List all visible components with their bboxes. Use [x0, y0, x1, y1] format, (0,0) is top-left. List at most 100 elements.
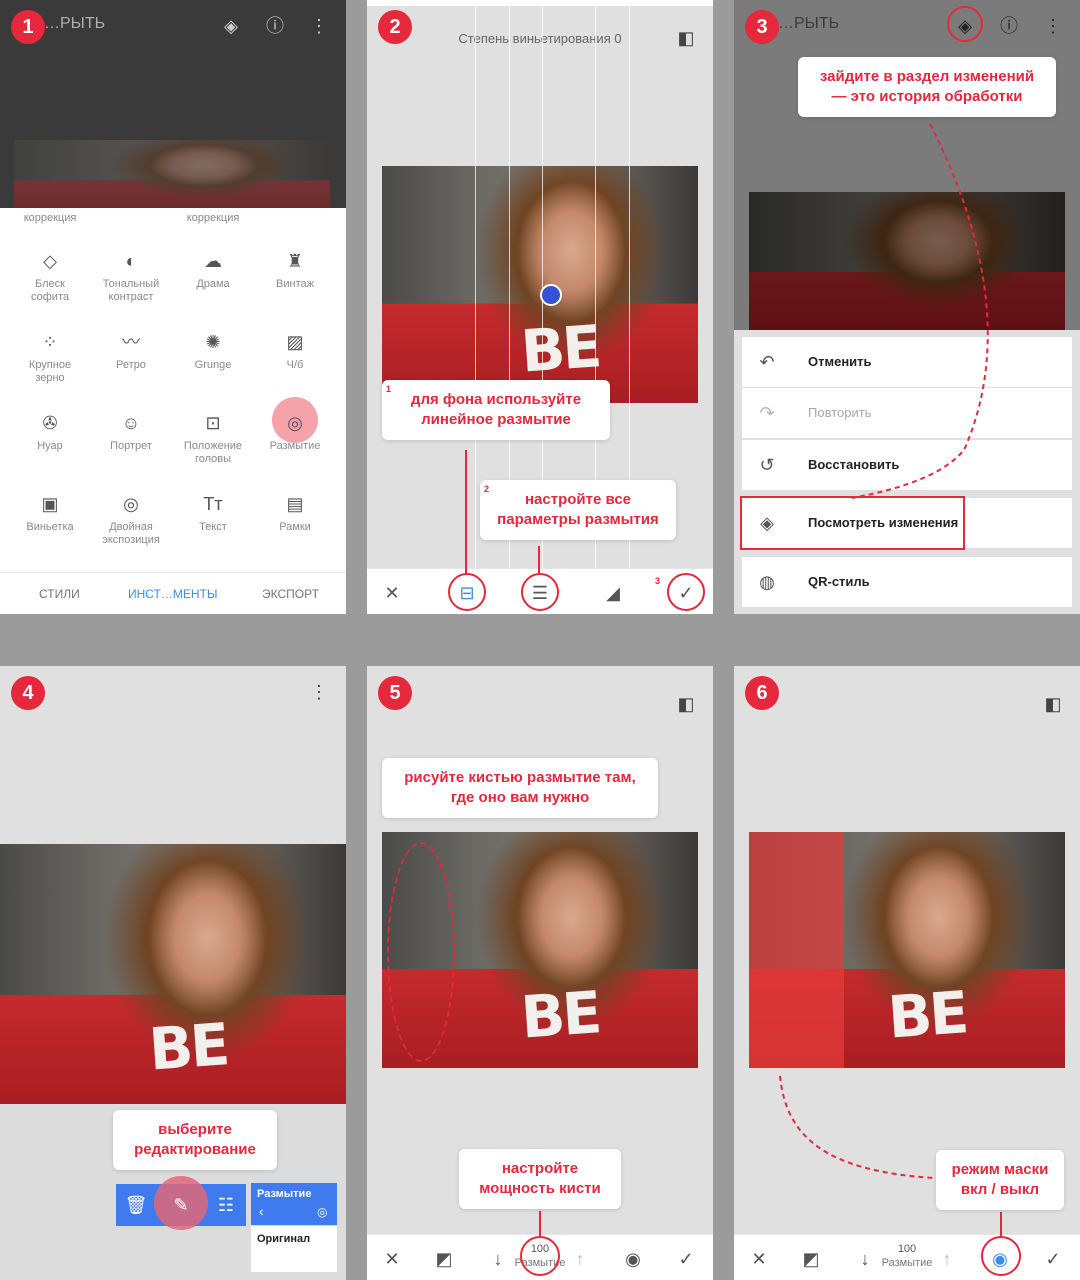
tool-label: Ретро — [116, 359, 146, 371]
tab-export[interactable]: ЭКСПОРТ — [262, 587, 319, 601]
tool-vignette[interactable]: ▣ Виньетка — [9, 493, 91, 534]
tool-label: Блеск софита — [31, 278, 69, 303]
tool-label: Двойная экспозиция — [102, 521, 160, 546]
increase-arrow-icon[interactable]: ↑ — [568, 1247, 592, 1271]
close-icon[interactable]: ✕ — [380, 581, 404, 605]
tonal-contrast-icon: ◐ — [125, 251, 137, 271]
tool-label: Grunge — [194, 359, 232, 371]
frame-icon: ▤ — [286, 494, 304, 514]
panel-step-3: …РЫТЬ ◈ ⓘ ⋮ зайдите в раздел изменений —… — [734, 0, 1080, 614]
lamp-vintage-icon: ♜ — [286, 251, 304, 271]
tool-label: Положение головы — [183, 440, 243, 465]
partial-tool-label: коррекция — [186, 212, 240, 224]
blur-layer-label: Размытие — [257, 1188, 312, 1200]
callout-mask-mode: режим маски вкл / выкл — [936, 1150, 1064, 1210]
tool-label: Винтаж — [276, 278, 314, 290]
tool-text[interactable]: Tт Текст — [172, 493, 254, 534]
step-badge: 6 — [745, 676, 779, 710]
tab-styles[interactable]: СТИЛИ — [39, 587, 80, 601]
adjust-sliders-icon[interactable]: ☷ — [214, 1193, 238, 1217]
tool-tonal-contrast[interactable]: ◐ Тональный контраст — [90, 250, 172, 304]
film-reel-icon: ✇ — [42, 413, 58, 433]
vignette-strength-title: Степень виньетирования 0 — [458, 31, 622, 46]
blur-center-handle[interactable] — [540, 284, 562, 306]
tool-label: Портрет — [110, 440, 152, 452]
apply-check-icon[interactable]: ✓ — [674, 1247, 698, 1271]
step-badge: 4 — [11, 676, 45, 710]
blur-layer-card[interactable]: Размытие ‹ ◎ — [251, 1183, 337, 1225]
photo-preview — [14, 140, 330, 210]
blur-icon: ◎ — [317, 1205, 328, 1219]
tool-label: Размытие — [269, 440, 321, 452]
more-vert-icon[interactable]: ⋮ — [307, 14, 331, 38]
tool-grunge[interactable]: ✺ Grunge — [172, 331, 254, 372]
mask-brush-icon[interactable]: ◩ — [432, 1247, 456, 1271]
callout-linear-blur: для фона используйте линейное размытие — [382, 380, 610, 440]
tool-blur[interactable]: ◎ Размытие — [254, 412, 336, 453]
blur-icon: ◎ — [287, 413, 303, 433]
mustache-retro-icon: 〰 — [122, 332, 140, 352]
compare-icon[interactable]: ◧ — [674, 692, 698, 716]
head-pose-icon: ⊡ — [205, 413, 221, 433]
panel-step-4: ⋮ BE выберите редактирование 🗑 ✎ ☷ ✎ Раз… — [0, 666, 346, 1280]
back-chevron-icon[interactable]: ‹ — [259, 1203, 264, 1219]
step-badge: 5 — [378, 676, 412, 710]
step-badge: 3 — [745, 10, 779, 44]
tool-label: Тональный контраст — [102, 278, 160, 303]
tool-bw[interactable]: ▨ Ч/б — [254, 331, 336, 372]
tool-cloud-drama[interactable]: ☁ Драма — [172, 250, 254, 291]
tool-portrait-face[interactable]: ☺ Портрет — [90, 412, 172, 453]
more-vert-icon[interactable]: ⋮ — [307, 680, 331, 704]
callout-number: 3 — [655, 576, 661, 586]
sparkle-diamond-icon: ◇ — [43, 251, 57, 271]
panel-step-2: Степень виньетирования 0 ◧ BE для фона и… — [367, 0, 713, 614]
partial-tool-label: коррекция — [23, 212, 77, 224]
tool-lamp-vintage[interactable]: ♜ Винтаж — [254, 250, 336, 291]
grunge-icon: ✺ — [205, 332, 221, 352]
tool-grain[interactable]: ⁘ Крупное зерно — [9, 331, 91, 385]
tool-mustache-retro[interactable]: 〰 Ретро — [90, 331, 172, 372]
callout-choose-edit: выберите редактирование — [113, 1110, 277, 1170]
bw-icon: ▨ — [286, 332, 304, 352]
tool-head-pose[interactable]: ⊡ Положение головы — [172, 412, 254, 466]
brush-edit-icon[interactable]: ✎ — [169, 1193, 193, 1217]
close-icon[interactable]: ✕ — [380, 1247, 404, 1271]
portrait-face-icon: ☺ — [121, 413, 141, 433]
tool-label: Нуар — [37, 440, 63, 452]
double-exposure-icon: ◎ — [123, 494, 139, 514]
tool-label: Ч/б — [286, 359, 304, 371]
tab-tools[interactable]: ИНСТ…МЕНТЫ — [128, 587, 218, 601]
styles-icon[interactable]: ◢ — [601, 581, 625, 605]
photo-preview: BE — [0, 844, 346, 1104]
cloud-drama-icon: ☁ — [204, 251, 222, 271]
step-badge: 2 — [378, 10, 412, 44]
open-label[interactable]: …РЫТЬ — [44, 15, 105, 33]
tool-label: Крупное зерно — [28, 359, 72, 384]
vignette-icon: ▣ — [41, 494, 59, 514]
bottom-tabs: СТИЛИ ИНСТ…МЕНТЫ ЭКСПОРТ — [0, 572, 346, 614]
panel-step-1: …РЫТЬ ◈ ⓘ ⋮ коррекция коррекция СТИЛИ ИН… — [0, 0, 346, 614]
tool-film-reel[interactable]: ✇ Нуар — [9, 412, 91, 453]
text-icon: Tт — [203, 494, 223, 514]
tool-frame[interactable]: ▤ Рамки — [254, 493, 336, 534]
tool-double-exposure[interactable]: ◎ Двойная экспозиция — [90, 493, 172, 547]
tool-sparkle-diamond[interactable]: ◇ Блеск софита — [9, 250, 91, 304]
compare-icon[interactable]: ◧ — [674, 26, 698, 50]
callout-history: зайдите в раздел изменений — это история… — [798, 57, 1056, 117]
callout-number: 2 — [484, 484, 490, 494]
tool-label: Виньетка — [26, 521, 74, 533]
tool-label: Драма — [196, 278, 230, 290]
eye-mask-icon[interactable]: ◉ — [621, 1247, 645, 1271]
panel-step-5: ◧ BE рисуйте кистью размытие там, где он… — [367, 666, 713, 1280]
step-badge: 1 — [11, 10, 45, 44]
layers-icon[interactable]: ◈ — [219, 14, 243, 38]
tool-label: Текст — [199, 521, 227, 533]
delete-icon[interactable]: 🗑 — [124, 1193, 148, 1217]
photo-preview: BE — [382, 166, 698, 403]
panel-step-6: ◧ BE режим маски вкл / выкл ✕ ◩ ↓ 100 Ра… — [734, 666, 1080, 1280]
callout-brush-strength: настройте мощность кисти — [459, 1149, 621, 1209]
original-layer-card[interactable]: Оригинал — [251, 1226, 337, 1272]
info-icon[interactable]: ⓘ — [263, 14, 287, 38]
callout-number: 1 — [386, 384, 392, 394]
grain-icon: ⁘ — [42, 332, 58, 352]
